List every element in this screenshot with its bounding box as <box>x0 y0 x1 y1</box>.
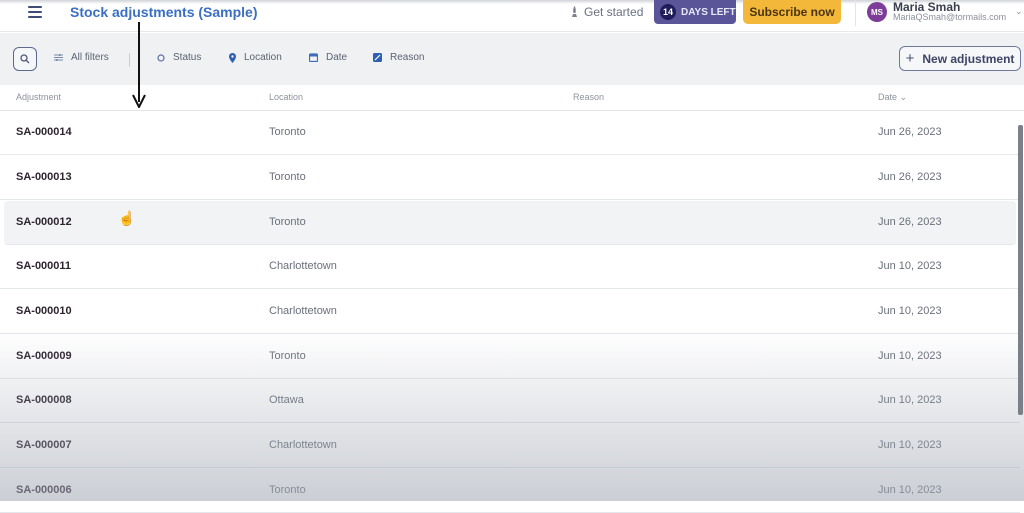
location-cell: Charlottetown <box>269 260 337 272</box>
date-cell: Jun 10, 2023 <box>878 439 942 451</box>
location-cell: Toronto <box>269 126 306 138</box>
avatar[interactable]: MS <box>867 2 887 22</box>
table-row[interactable]: SA-000013 Toronto Jun 26, 2023 <box>0 156 1020 200</box>
column-header-date[interactable]: Date ⌄ <box>878 92 907 103</box>
trial-days-label: DAYS LEFT <box>681 6 736 18</box>
filter-bar: All filters Status Location Date Reason … <box>0 33 1024 85</box>
location-cell: Ottawa <box>269 394 304 406</box>
table-row[interactable]: SA-000012 Toronto Jun 26, 2023 <box>4 201 1016 245</box>
annotation-arrow-head-icon <box>132 94 146 108</box>
filter-date[interactable]: Date <box>309 52 347 63</box>
scrollbar[interactable] <box>1018 125 1023 415</box>
edit-icon <box>373 53 382 62</box>
all-filters-label: All filters <box>71 52 109 63</box>
adjustment-id: SA-000007 <box>16 439 72 451</box>
chevron-down-icon[interactable]: ⌄ <box>1015 6 1023 17</box>
table-header: Adjustment Location Reason Date ⌄ <box>0 85 1024 111</box>
adjustment-id: SA-000009 <box>16 350 72 362</box>
date-cell: Jun 26, 2023 <box>878 126 942 138</box>
filter-reason-label: Reason <box>390 52 425 63</box>
location-cell: Toronto <box>269 171 306 183</box>
table-row[interactable]: SA-000011 Charlottetown Jun 10, 2023 <box>0 245 1020 289</box>
menu-icon[interactable] <box>28 6 42 18</box>
filter-reason[interactable]: Reason <box>373 52 424 63</box>
table-row[interactable]: SA-000006 Toronto Jun 10, 2023 <box>0 469 1020 513</box>
rocket-icon <box>572 6 577 17</box>
date-cell: Jun 26, 2023 <box>878 171 942 183</box>
divider <box>855 0 856 26</box>
sort-chevron-icon: ⌄ <box>899 92 908 102</box>
table-row[interactable]: SA-000007 Charlottetown Jun 10, 2023 <box>0 424 1020 468</box>
trial-badge[interactable]: 14 DAYS LEFT <box>654 0 736 24</box>
search-button[interactable] <box>13 47 37 71</box>
column-header-adjustment[interactable]: Adjustment <box>16 92 61 102</box>
date-cell: Jun 10, 2023 <box>878 484 942 496</box>
hand-cursor-icon: ☝ <box>118 210 136 226</box>
location-cell: Charlottetown <box>269 439 337 451</box>
new-adjustment-button[interactable]: + New adjustment <box>899 46 1021 71</box>
column-header-location[interactable]: Location <box>269 92 303 102</box>
calendar-icon <box>309 53 318 62</box>
table-row[interactable]: SA-000008 Ottawa Jun 10, 2023 <box>0 379 1020 423</box>
location-cell: Charlottetown <box>269 305 337 317</box>
get-started-label: Get started <box>584 5 644 19</box>
filter-status[interactable]: Status <box>157 52 201 63</box>
date-cell: Jun 26, 2023 <box>878 216 942 228</box>
date-cell: Jun 10, 2023 <box>878 260 942 272</box>
location-cell: Toronto <box>269 350 306 362</box>
plus-icon: + <box>905 50 915 67</box>
table-row[interactable]: SA-000014 Toronto Jun 26, 2023 <box>0 111 1020 155</box>
filter-location[interactable]: Location <box>229 52 282 63</box>
filter-location-label: Location <box>244 52 282 63</box>
date-cell: Jun 10, 2023 <box>878 350 942 362</box>
page-title: Stock adjustments (Sample) <box>70 4 258 20</box>
adjustment-id: SA-000011 <box>16 260 72 272</box>
table-row[interactable]: SA-000010 Charlottetown Jun 10, 2023 <box>0 290 1020 334</box>
location-cell: Toronto <box>269 484 306 496</box>
get-started-link[interactable]: Get started <box>570 5 643 19</box>
filter-date-label: Date <box>326 52 348 63</box>
annotation-arrow-line <box>138 22 140 102</box>
sliders-icon <box>54 54 63 61</box>
search-icon <box>20 54 30 64</box>
table-row[interactable]: SA-000009 Toronto Jun 10, 2023 <box>0 335 1020 379</box>
table-body: SA-000014 Toronto Jun 26, 2023 SA-000013… <box>0 111 1024 513</box>
adjustment-id: SA-000008 <box>16 394 72 406</box>
filter-status-label: Status <box>173 52 202 63</box>
column-header-reason[interactable]: Reason <box>573 92 604 102</box>
adjustment-id: SA-000013 <box>16 171 72 183</box>
adjustment-id: SA-000006 <box>16 484 72 496</box>
user-email: MariaQSmah@tormails.com <box>893 12 1007 22</box>
column-header-date-label: Date <box>878 92 898 102</box>
adjustment-id: SA-000010 <box>16 305 72 317</box>
map-pin-icon <box>229 52 236 63</box>
adjustment-id: SA-000014 <box>16 126 72 138</box>
circle-icon <box>157 53 165 62</box>
subscribe-button[interactable]: Subscribe now <box>743 0 841 24</box>
date-cell: Jun 10, 2023 <box>878 394 942 406</box>
adjustment-id: SA-000012 <box>16 216 72 228</box>
date-cell: Jun 10, 2023 <box>878 305 942 317</box>
trial-days-count: 14 <box>660 4 676 20</box>
new-adjustment-label: New adjustment <box>922 51 1015 66</box>
filter-divider <box>129 53 130 67</box>
all-filters-button[interactable]: All filters <box>54 52 109 63</box>
location-cell: Toronto <box>269 216 306 228</box>
top-bar: Stock adjustments (Sample) Get started 1… <box>0 0 1024 32</box>
